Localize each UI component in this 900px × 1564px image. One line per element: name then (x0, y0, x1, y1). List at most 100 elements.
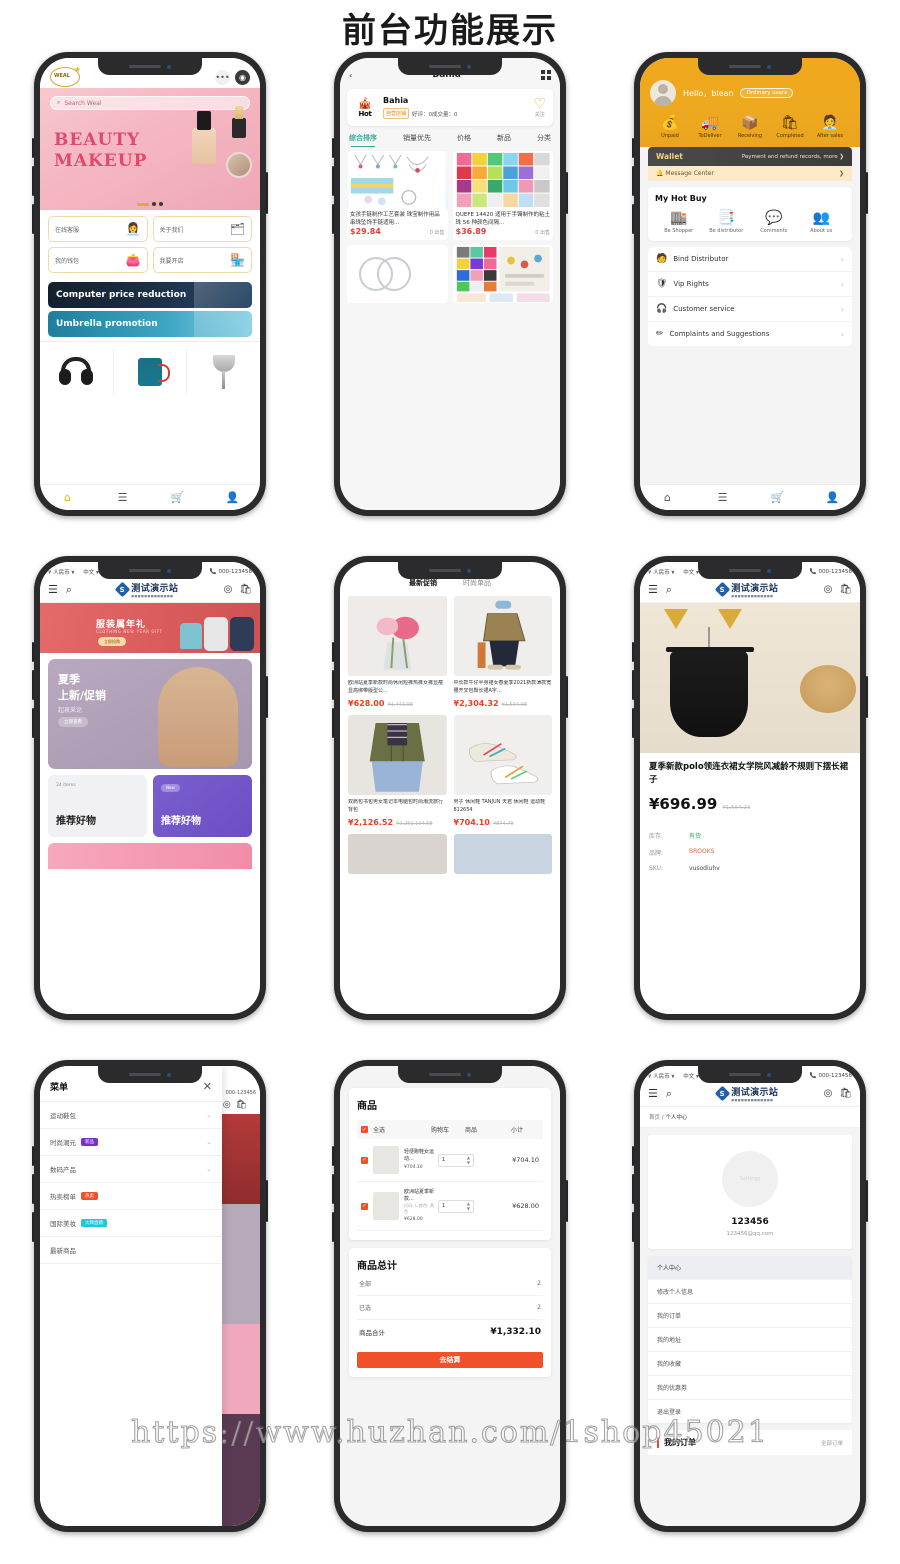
tab-home-icon[interactable]: ⌂ (40, 491, 95, 504)
globe-icon[interactable]: ◉ (235, 69, 250, 85)
language-selector[interactable]: 中文 ▾ (683, 568, 699, 576)
product-whisk[interactable] (187, 348, 260, 396)
cart-item-image[interactable] (373, 1192, 399, 1221)
tab-category[interactable]: 分类 (537, 133, 551, 143)
phone-number[interactable]: 📞 000-123456 (810, 1073, 852, 1079)
promo-banner-umbrella[interactable]: Umbrella promotion (48, 311, 252, 337)
product-headphones[interactable] (40, 348, 114, 396)
avatar[interactable] (650, 80, 676, 106)
tab-fashion-items[interactable]: 时尚单品 (463, 578, 491, 588)
grid-view-icon[interactable] (540, 70, 551, 80)
menu-item-sports[interactable]: 运动鞋包 ⌄ (40, 1101, 222, 1128)
cart-icon[interactable]: 🛍 (839, 1088, 852, 1099)
quick-link-wallet[interactable]: 我的钱包 👛 (48, 247, 148, 273)
product-card[interactable] (453, 834, 552, 874)
chevron-down-icon[interactable]: ⌄ (206, 1138, 212, 1146)
banner-button[interactable]: 立即抢购 (98, 637, 126, 646)
tab-price[interactable]: 价格 (457, 133, 471, 143)
currency-selector[interactable]: ¥ 人民币 ▾ (48, 568, 74, 576)
menu-item-my-orders[interactable]: 我的订单 (648, 1304, 852, 1328)
search-icon[interactable]: ⌕ (666, 583, 672, 597)
menu-item-newest[interactable]: 最新商品 (40, 1236, 222, 1263)
cart-icon[interactable]: 🛍 (839, 584, 852, 595)
menu-item-logout[interactable]: 退出登录 (648, 1400, 852, 1423)
order-status-receiving[interactable]: 📦 Receiving (730, 116, 770, 139)
avatar[interactable]: Settings (722, 1151, 778, 1207)
search-input[interactable]: ⌕ Search Weal (50, 96, 250, 110)
site-logo[interactable]: S 测试演示站 ■■■■■■■■■■■■■ (715, 581, 778, 598)
menu-item-edit-profile[interactable]: 修改个人信息 (648, 1280, 852, 1304)
quick-link-online-service[interactable]: 在线客服 👩‍💼 (48, 216, 148, 242)
account-icon[interactable]: ◎ (824, 1088, 833, 1099)
chevron-down-icon[interactable]: ⌄ (206, 1165, 212, 1173)
menu-item-my-coupons[interactable]: 我的优惠券 (648, 1376, 852, 1400)
site-logo[interactable]: S 测试演示站 ■■■■■■■■■■■■■ (715, 1085, 778, 1102)
currency-selector[interactable]: ¥ 人民币 ▾ (648, 568, 674, 576)
product-card[interactable]: 双肩包书包男女笔记本电脑包时尚潮流旅行背包 ¥2,126.52 ¥2,281,1… (348, 715, 447, 827)
menu-item-fashion[interactable]: 时尚潮元 新品 ⌄ (40, 1128, 222, 1155)
checkout-button[interactable]: 去结算 (357, 1352, 543, 1369)
pink-promo-strip[interactable] (48, 843, 252, 869)
tab-latest-promotion[interactable]: 最新促销 (409, 578, 437, 588)
product-card[interactable] (452, 245, 553, 303)
menu-item-my-address[interactable]: 我的地址 (648, 1328, 852, 1352)
phone-number[interactable]: 📞 000-123456 (810, 569, 852, 575)
carousel-dots[interactable] (137, 202, 163, 206)
follow-button[interactable]: ♡ 关注 (533, 97, 546, 118)
product-card[interactable]: 女孩手链制作工艺套装 珠宝制作用品串珠坠饰手链适用... $29.84 0 出售 (347, 151, 448, 240)
order-status-completed[interactable]: 🛍 Completed (770, 116, 810, 139)
language-selector[interactable]: 中文 ▾ (83, 568, 99, 576)
menu-item-international-beauty[interactable]: 国际美妆 大牌直销 (40, 1209, 222, 1236)
tab-user-icon[interactable]: 👤 (805, 491, 860, 504)
action-about-us[interactable]: 👥 About us (798, 211, 846, 234)
menu-icon[interactable]: ☰ (48, 583, 58, 597)
account-icon[interactable]: ◎ (224, 584, 233, 595)
hero-banner[interactable]: ⌕ Search Weal BEAUTY MAKEUP (40, 88, 260, 210)
promo-tag[interactable]: 立即查看 (58, 717, 88, 727)
promo-banner-computer[interactable]: Computer price reduction (48, 282, 252, 308)
tab-cart-icon[interactable]: 🛒 (750, 491, 805, 504)
menu-icon[interactable]: ☰ (648, 583, 658, 597)
tab-new[interactable]: 新品 (497, 133, 511, 143)
cart-item-image[interactable] (373, 1146, 399, 1174)
tab-comprehensive[interactable]: 综合排序 (349, 133, 377, 147)
order-status-todeliver[interactable]: 🚚 ToDeliver (690, 116, 730, 139)
breadcrumb-home[interactable]: 首页 (649, 1115, 660, 1121)
back-icon[interactable]: ‹ (349, 71, 352, 80)
quantity-stepper[interactable]: 1 ▲ ▼ (438, 1199, 474, 1213)
list-item-vip-rights[interactable]: 🛡 Vip Rights › (648, 272, 852, 297)
phone-number[interactable]: 📞 000-123456 (210, 569, 252, 575)
hero-banner[interactable]: 服装属年礼 CLOTHING NEW YEAR GIFT 立即抢购 (40, 603, 260, 653)
list-item-bind-distributor[interactable]: 🧑 Bind Distributor › (648, 247, 852, 272)
list-item-customer-service[interactable]: 🎧 Customer service › (648, 297, 852, 322)
menu-item-digital[interactable]: 数码产品 ⌄ (40, 1155, 222, 1182)
tab-user-icon[interactable]: 👤 (205, 491, 260, 504)
all-orders-link[interactable]: 全部订单 (821, 1439, 843, 1447)
menu-icon[interactable]: ☰ (648, 1087, 658, 1101)
search-icon[interactable]: ⌕ (666, 1087, 672, 1101)
product-card[interactable] (348, 834, 447, 874)
action-be-shopper[interactable]: 🏬 Be Shopper (655, 211, 703, 234)
product-card[interactable]: QUEFE 14420 适用于手镯制作的粘土珠 56 种颜色间隔... $36.… (452, 151, 553, 240)
product-mug[interactable] (114, 348, 188, 396)
select-all-checkbox[interactable]: ✓ (361, 1126, 368, 1133)
recommend-card-1[interactable]: 24 items 推荐好物 (48, 775, 147, 837)
menu-item-hot-list[interactable]: 热卖榜单 热卖 (40, 1182, 222, 1209)
product-card[interactable]: 欧洲站夏季新款时尚休闲短裤热裤女裤显瘦显高绑带版型公... ¥628.00 ¥1… (348, 596, 447, 708)
search-icon[interactable]: ⌕ (66, 583, 72, 597)
product-card[interactable]: 中长款牛仔半身裙女春夏季2021新款薄款宽腰开叉包臀长裙A字... ¥2,304… (453, 596, 552, 708)
quick-link-about-us[interactable]: 关于我们 🗂 (152, 216, 252, 242)
cart-icon[interactable]: 🛍 (239, 584, 252, 595)
promo-card[interactable]: 夏季 上新/促销 起泉采论 立即查看 (48, 659, 252, 769)
product-card[interactable] (347, 245, 448, 303)
quick-link-open-shop[interactable]: 我要开店 🏪 (152, 247, 252, 273)
action-comments[interactable]: 💬 Comments (750, 211, 798, 234)
tab-home-icon[interactable]: ⌂ (640, 491, 695, 504)
currency-selector[interactable]: ¥ 人民币 ▾ (648, 1072, 674, 1080)
more-icon[interactable]: ••• (215, 69, 230, 85)
menu-item-personal-center[interactable]: 个人中心 (648, 1256, 852, 1280)
language-selector[interactable]: 中文 ▾ (683, 1072, 699, 1080)
account-icon[interactable]: ◎ (223, 1100, 231, 1114)
recommend-card-2[interactable]: New 推荐好物 (153, 775, 252, 837)
tab-menu-icon[interactable]: ☰ (695, 491, 750, 504)
